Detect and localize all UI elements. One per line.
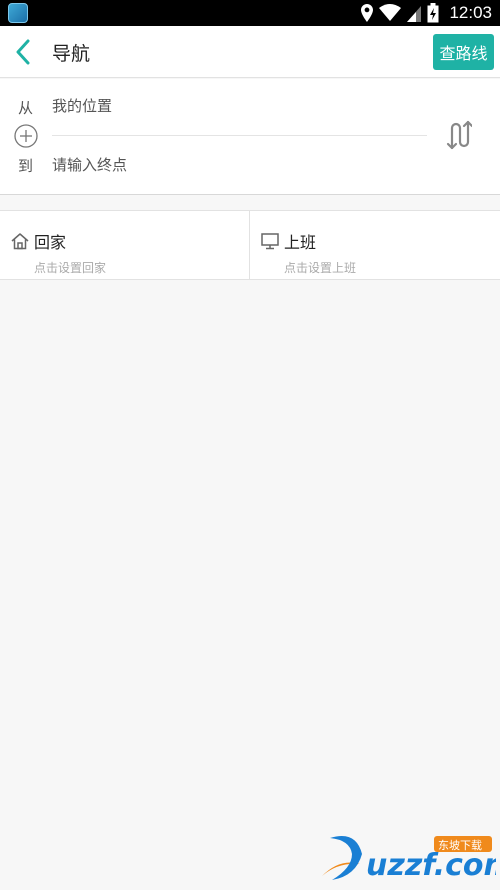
work-title: 上班	[284, 233, 317, 252]
home-shortcut[interactable]: 回家 点击设置回家	[0, 211, 250, 279]
input-divider	[52, 135, 427, 136]
to-label: 到	[18, 157, 34, 175]
destination-input[interactable]: 请输入终点	[52, 154, 422, 175]
watermark-logo: uzzf.com 东坡下载	[316, 828, 500, 886]
app-bar: 导航 查路线	[0, 26, 500, 78]
back-arrow-icon	[16, 39, 30, 65]
start-location-input[interactable]: 我的位置	[52, 95, 422, 116]
status-time: 12:03	[449, 3, 492, 22]
signal-icon	[407, 6, 422, 22]
route-panel: 从 到 我的位置 请输入终点	[0, 79, 500, 195]
monitor-icon	[261, 233, 279, 250]
home-icon	[11, 233, 29, 250]
home-title: 回家	[34, 233, 67, 252]
app-notification-icon	[8, 3, 28, 23]
work-shortcut[interactable]: 上班 点击设置上班	[250, 211, 500, 279]
work-subtitle: 点击设置上班	[284, 261, 357, 275]
page-title: 导航	[52, 43, 91, 65]
swap-route-button[interactable]	[446, 120, 474, 150]
shortcut-row: 回家 点击设置回家 上班 点击设置上班	[0, 210, 500, 280]
plus-circle-icon	[14, 124, 38, 148]
status-bar: 12:03	[0, 0, 500, 26]
home-subtitle: 点击设置回家	[34, 261, 107, 275]
wifi-icon	[379, 4, 402, 21]
add-waypoint-button[interactable]	[14, 124, 38, 148]
battery-icon	[427, 3, 439, 23]
swap-icon	[446, 120, 474, 150]
location-icon	[361, 4, 374, 22]
back-button[interactable]	[8, 36, 38, 68]
watermark-badge: 东坡下载	[438, 839, 482, 852]
search-route-button[interactable]: 查路线	[433, 34, 494, 70]
watermark-domain: uzzf.com	[366, 848, 496, 883]
status-indicators: 12:03	[361, 0, 492, 26]
from-label: 从	[18, 99, 34, 117]
